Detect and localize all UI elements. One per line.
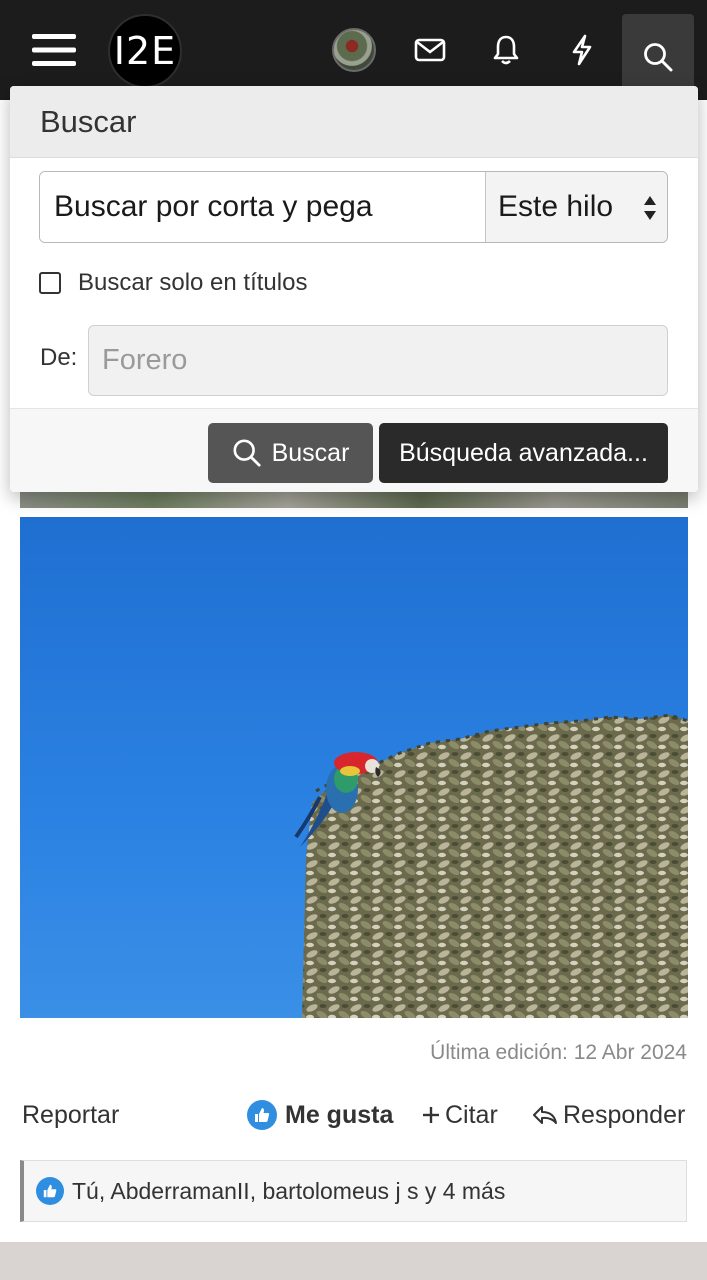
select-arrows-icon — [644, 196, 656, 220]
reply-label: Responder — [563, 1100, 686, 1129]
bell-icon[interactable] — [470, 14, 542, 86]
thumbs-up-icon — [36, 1177, 64, 1205]
like-button[interactable]: Me gusta — [247, 1097, 393, 1133]
search-scope-select[interactable]: Este hilo — [485, 172, 667, 242]
top-nav-bar: I2E — [0, 0, 707, 100]
reactions-bar[interactable]: Tú, AbderramanII, bartolomeus j s y 4 má… — [20, 1160, 687, 1222]
reactions-text: Tú, AbderramanII, bartolomeus j s y 4 má… — [72, 1177, 506, 1204]
menu-icon[interactable] — [18, 14, 90, 86]
search-panel-footer: Buscar Búsqueda avanzada... — [10, 408, 698, 492]
plus-icon — [423, 1107, 439, 1123]
titles-only-checkbox[interactable] — [39, 272, 61, 294]
search-button[interactable]: Buscar — [208, 423, 373, 483]
thumbs-up-icon — [247, 1100, 277, 1130]
user-avatar[interactable] — [318, 14, 390, 86]
reply-icon — [533, 1106, 557, 1124]
quote-link[interactable]: Citar — [421, 1097, 498, 1133]
titles-only-label: Buscar solo en títulos — [78, 269, 308, 296]
parrot-photo — [294, 713, 688, 1018]
site-logo[interactable]: I2E — [108, 14, 182, 88]
from-member-input[interactable] — [88, 325, 668, 396]
bottom-bar — [0, 1242, 707, 1280]
post-image[interactable] — [20, 517, 688, 1018]
like-label: Me gusta — [285, 1100, 394, 1129]
mail-icon[interactable] — [394, 14, 466, 86]
quote-label: Citar — [445, 1100, 498, 1129]
report-link[interactable]: Reportar — [22, 1097, 119, 1133]
last-edit-text: Última edición: 12 Abr 2024 — [430, 1041, 687, 1064]
reply-link[interactable]: Responder — [531, 1097, 685, 1133]
search-panel: Buscar Este hilo Buscar solo en títulos … — [10, 86, 698, 492]
avatar — [332, 28, 376, 72]
advanced-search-button[interactable]: Búsqueda avanzada... — [379, 423, 668, 483]
titles-only-option[interactable]: Buscar solo en títulos — [39, 269, 307, 297]
from-label: De: — [40, 344, 78, 371]
search-row: Este hilo — [39, 171, 668, 243]
search-scope-value: Este hilo — [498, 190, 614, 223]
search-button-label: Buscar — [271, 438, 350, 467]
search-icon — [233, 439, 261, 467]
search-panel-title: Buscar — [10, 86, 698, 158]
search-input[interactable] — [40, 172, 485, 242]
bolt-icon[interactable] — [546, 14, 618, 86]
post-actions: Reportar Me gusta Citar Responder — [0, 1097, 707, 1137]
